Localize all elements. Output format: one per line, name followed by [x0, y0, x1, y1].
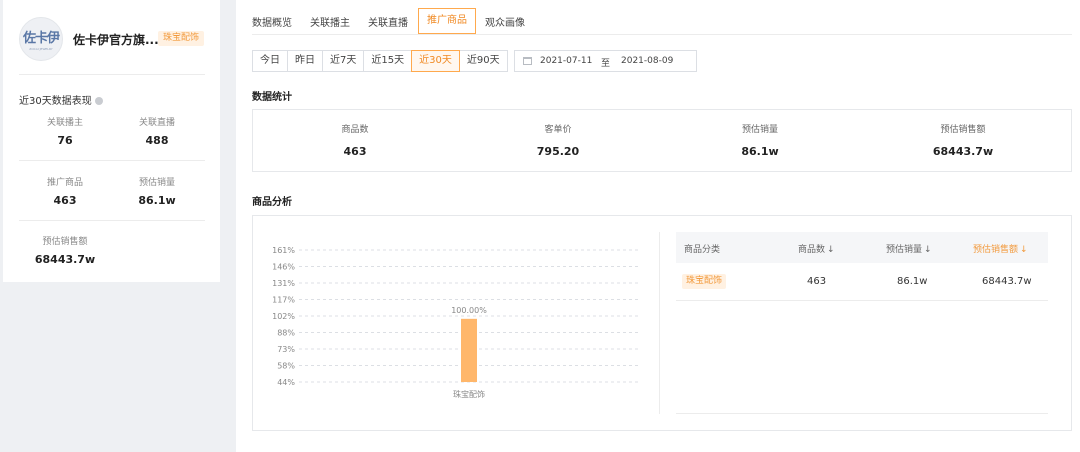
data-stats-box: 商品数 463 客单价 795.20 预估销量 86.1w 预估销售额 6844…	[252, 109, 1072, 172]
sort-arrow-icon: ↓	[1020, 245, 1028, 255]
th-category: 商品分类	[684, 245, 721, 255]
stat-avg-price: 客单价 795.20	[536, 125, 580, 158]
y-tick-label: 73%	[277, 345, 295, 354]
shop-header: 佐卡伊 ZOCAI JEWELRY 佐卡伊官方旗... 珠宝配饰	[19, 15, 207, 65]
date-range-picker[interactable]: 2021-07-11 至 2021-08-09	[514, 50, 697, 72]
tab-bar: 数据概览 关联播主 关联直播 推广商品 观众画像	[236, 0, 1080, 34]
info-icon[interactable]	[94, 97, 103, 105]
range-90-days[interactable]: 近90天	[458, 50, 508, 72]
category-tag: 珠宝配饰	[682, 274, 727, 289]
range-today[interactable]: 今日	[252, 50, 288, 72]
y-tick-label: 161%	[272, 246, 295, 255]
calendar-icon	[523, 57, 532, 65]
bar	[461, 318, 477, 382]
tab-audience-profile[interactable]: 观众画像	[485, 14, 525, 29]
tab-related-hosts[interactable]: 关联播主	[310, 14, 350, 29]
stat-promoted-products: 推广商品 463	[46, 178, 83, 207]
range-yesterday[interactable]: 昨日	[287, 50, 323, 72]
chart-divider	[659, 232, 660, 414]
tab-promoted-products[interactable]: 推广商品	[418, 8, 476, 34]
stat-related-hosts: 关联播主 76	[46, 118, 83, 147]
cell-estimated-revenue: 68443.7w	[982, 276, 1032, 287]
range-7-days[interactable]: 近7天	[322, 50, 365, 72]
stat-estimated-revenue: 预估销售额 68443.7w	[932, 125, 994, 158]
divider	[19, 74, 205, 75]
table-row[interactable]: 珠宝配饰 463 86.1w 68443.7w	[676, 263, 1048, 301]
shop-card: 佐卡伊 ZOCAI JEWELRY 佐卡伊官方旗... 珠宝配饰 近30天数据表…	[3, 0, 220, 282]
shop-logo: 佐卡伊 ZOCAI JEWELRY	[19, 17, 63, 61]
date-separator: 至	[601, 59, 611, 69]
shop-logo-text: 佐卡伊	[22, 31, 60, 46]
sort-arrow-icon: ↓	[827, 245, 835, 255]
cell-product-count: 463	[807, 276, 827, 287]
sort-arrow-icon: ↓	[924, 245, 932, 255]
divider	[19, 160, 205, 161]
th-estimated-revenue[interactable]: 预估销售额 ↓	[973, 242, 1028, 255]
tab-related-lives[interactable]: 关联直播	[368, 14, 408, 29]
y-tick-label: 88%	[277, 329, 295, 338]
range-15-days[interactable]: 近15天	[363, 50, 413, 72]
shop-logo-subtext: ZOCAI JEWELRY	[29, 47, 53, 51]
stat-estimated-revenue: 预估销售额 68443.7w	[34, 237, 96, 266]
stat-related-lives: 关联直播 488	[138, 118, 175, 147]
shop-name[interactable]: 佐卡伊官方旗...	[73, 31, 159, 48]
y-tick-label: 44%	[277, 378, 295, 387]
stat-estimated-sales: 预估销量 86.1w	[138, 178, 176, 207]
cell-estimated-sales: 86.1w	[897, 276, 928, 287]
date-range-selector: 今日 昨日 近7天 近15天 近30天 近90天	[252, 50, 508, 72]
y-tick-label: 117%	[272, 296, 295, 305]
main-panel: 数据概览 关联播主 关联直播 推广商品 观众画像 今日 昨日 近7天 近15天 …	[236, 0, 1080, 452]
stat-product-count: 商品数 463	[341, 125, 369, 158]
category-bar-chart: 161% 146% 131% 117% 102% 88% 73% 58% 44% 100.00% 珠…	[272, 246, 639, 399]
analysis-title: 商品分析	[252, 197, 292, 208]
tab-bar-underline	[252, 34, 1072, 35]
th-product-count[interactable]: 商品数 ↓	[798, 242, 835, 255]
range-30-days[interactable]: 近30天	[411, 50, 460, 72]
divider	[19, 220, 205, 221]
table-header: 商品分类 商品数 ↓ 预估销量 ↓ 预估销售额 ↓	[676, 232, 1048, 263]
x-tick-label: 珠宝配饰	[453, 389, 485, 399]
analysis-box: 161% 146% 131% 117% 102% 88% 73% 58% 44% 100.00% 珠…	[252, 215, 1072, 431]
th-estimated-sales[interactable]: 预估销量 ↓	[886, 242, 932, 255]
data-stats-title: 数据统计	[252, 92, 292, 103]
y-tick-label: 131%	[272, 279, 295, 288]
performance-title: 近30天数据表现	[19, 92, 103, 107]
y-tick-label: 146%	[272, 263, 295, 272]
table-bottom-line	[676, 413, 1048, 414]
shop-category-tag: 珠宝配饰	[158, 31, 205, 46]
y-tick-label: 102%	[272, 312, 295, 321]
end-date[interactable]: 2021-08-09	[621, 56, 673, 66]
start-date[interactable]: 2021-07-11	[540, 56, 592, 66]
tab-data-overview[interactable]: 数据概览	[252, 14, 292, 29]
bar-data-label: 100.00%	[451, 306, 487, 315]
y-tick-label: 58%	[277, 362, 295, 371]
stat-estimated-sales: 预估销量 86.1w	[741, 125, 779, 158]
